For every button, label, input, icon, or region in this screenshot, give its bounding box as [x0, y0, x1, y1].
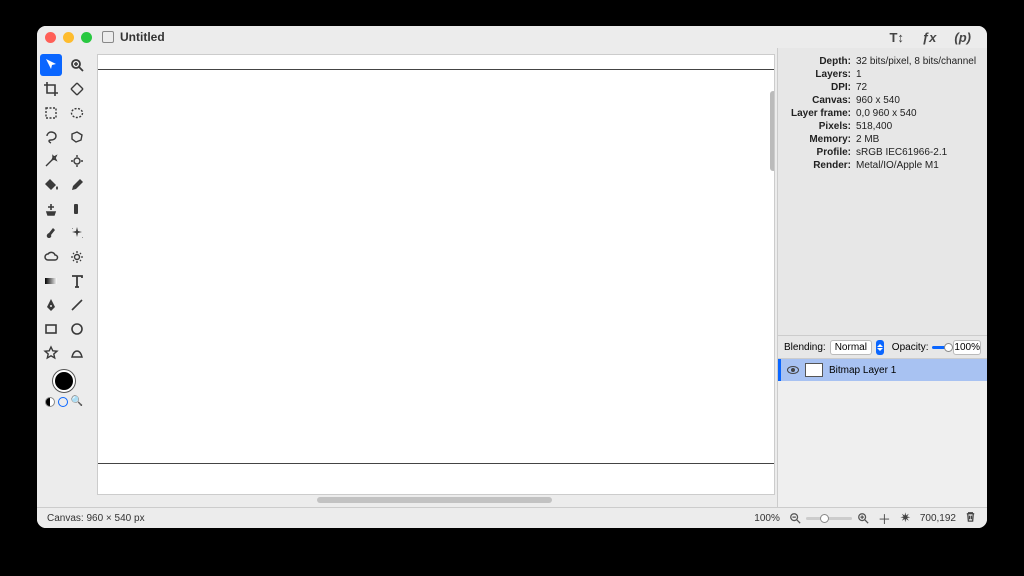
opacity-label: Opacity:	[892, 342, 929, 353]
lasso-tool[interactable]	[40, 126, 62, 148]
star-shape-tool[interactable]	[40, 342, 62, 364]
paint-bucket-tool[interactable]	[40, 174, 62, 196]
zoom-out-icon[interactable]	[788, 511, 802, 525]
typography-tool-button[interactable]: T↕	[889, 30, 903, 45]
right-panel: Depth:32 bits/pixel, 8 bits/channel Laye…	[777, 48, 987, 507]
minimize-window-button[interactable]	[63, 32, 74, 43]
canvas-viewport[interactable]	[97, 54, 775, 495]
info-label: Memory:	[784, 134, 856, 145]
sparkle-tool[interactable]	[66, 222, 88, 244]
window-title: Untitled	[120, 30, 165, 44]
light-tool[interactable]	[66, 246, 88, 268]
info-value: 32 bits/pixel, 8 bits/channel	[856, 56, 977, 67]
clone-stamp-tool[interactable]	[40, 198, 62, 220]
marquee-tool[interactable]	[40, 102, 62, 124]
smudge-tool[interactable]	[40, 222, 62, 244]
info-value: Metal/IO/Apple M1	[856, 160, 977, 171]
blend-mode-select[interactable]: Normal	[830, 340, 872, 355]
info-label: Render:	[784, 160, 856, 171]
cloud-tool[interactable]	[40, 246, 62, 268]
magic-wand-tool[interactable]	[40, 150, 62, 172]
ellipse-shape-tool[interactable]	[66, 318, 88, 340]
layers-panel: Bitmap Layer 1	[778, 359, 987, 507]
info-label: Canvas:	[784, 95, 856, 106]
gradient-tool[interactable]	[40, 270, 62, 292]
swap-colors-icon[interactable]	[58, 397, 68, 407]
canvas-top-edge	[98, 69, 774, 70]
info-label: Layers:	[784, 69, 856, 80]
delete-layer-button[interactable]	[964, 510, 977, 526]
custom-shape-tool[interactable]	[66, 342, 88, 364]
zoom-slider[interactable]	[806, 517, 852, 520]
horizontal-scrollbar-thumb[interactable]	[317, 497, 552, 503]
zoom-in-icon[interactable]	[856, 511, 870, 525]
zoom-control	[788, 511, 870, 525]
blend-row: Blending: Normal Opacity: 100%	[778, 335, 987, 359]
info-label: Layer frame:	[784, 108, 856, 119]
polygon-lasso-tool[interactable]	[66, 126, 88, 148]
document-proxy-icon[interactable]	[102, 31, 114, 43]
status-bar: Canvas: 960 × 540 px 100% ＋ ✷ 700,192	[37, 507, 987, 528]
blend-stepper[interactable]	[876, 340, 884, 355]
pen-tool[interactable]	[40, 294, 62, 316]
move-tool[interactable]	[40, 54, 62, 76]
layer-row[interactable]: Bitmap Layer 1	[778, 359, 987, 381]
vertical-scrollbar[interactable]	[770, 91, 775, 171]
info-value: 1	[856, 69, 977, 80]
info-label: Profile:	[784, 147, 856, 158]
blending-label: Blending:	[784, 342, 826, 353]
text-tool[interactable]	[66, 270, 88, 292]
default-colors-icon[interactable]	[45, 397, 55, 407]
info-value: 72	[856, 82, 977, 93]
opacity-slider[interactable]	[932, 346, 949, 349]
add-layer-button[interactable]: ＋	[878, 512, 891, 525]
info-label: Pixels:	[784, 121, 856, 132]
info-label: DPI:	[784, 82, 856, 93]
traffic-lights	[45, 32, 92, 43]
zoom-window-button[interactable]	[81, 32, 92, 43]
info-value: 2 MB	[856, 134, 977, 145]
color-picker-icon[interactable]: 🔍	[71, 396, 83, 407]
info-value: 960 x 540	[856, 95, 977, 106]
rect-shape-tool[interactable]	[40, 318, 62, 340]
close-window-button[interactable]	[45, 32, 56, 43]
status-canvas-size: Canvas: 960 × 540 px	[47, 513, 145, 524]
line-tool[interactable]	[66, 294, 88, 316]
status-coords: 700,192	[920, 513, 956, 524]
crop-tool[interactable]	[40, 78, 62, 100]
app-window: Untitled T↕ ƒx (p)	[37, 26, 987, 528]
info-value: 518,400	[856, 121, 977, 132]
eraser-tool[interactable]	[66, 198, 88, 220]
effects-button[interactable]: ƒx	[922, 30, 936, 45]
document-info: Depth:32 bits/pixel, 8 bits/channel Laye…	[778, 48, 987, 177]
canvas-area	[91, 48, 777, 507]
brush-tool[interactable]	[66, 174, 88, 196]
horizontal-scrollbar-track[interactable]	[99, 495, 769, 507]
status-zoom-value: 100%	[754, 513, 780, 524]
presets-button[interactable]: (p)	[954, 30, 971, 45]
visibility-icon[interactable]	[787, 366, 799, 374]
quick-select-tool[interactable]	[66, 150, 88, 172]
ellipse-select-tool[interactable]	[66, 102, 88, 124]
canvas-bottom-edge	[98, 463, 774, 464]
layer-thumbnail[interactable]	[805, 363, 823, 377]
opacity-value[interactable]: 100%	[953, 340, 981, 355]
info-value: 0,0 960 x 540	[856, 108, 977, 119]
transform-tool[interactable]	[66, 78, 88, 100]
zoom-tool[interactable]	[66, 54, 88, 76]
layer-settings-button[interactable]: ✷	[899, 512, 912, 525]
info-value: sRGB IEC61966-2.1	[856, 147, 977, 158]
titlebar: Untitled T↕ ƒx (p)	[37, 26, 987, 48]
info-label: Depth:	[784, 56, 856, 67]
toolbox: 🔍	[37, 48, 91, 507]
foreground-color-swatch[interactable]	[53, 370, 75, 392]
layer-name[interactable]: Bitmap Layer 1	[829, 365, 896, 376]
blend-mode-value: Normal	[835, 342, 867, 353]
